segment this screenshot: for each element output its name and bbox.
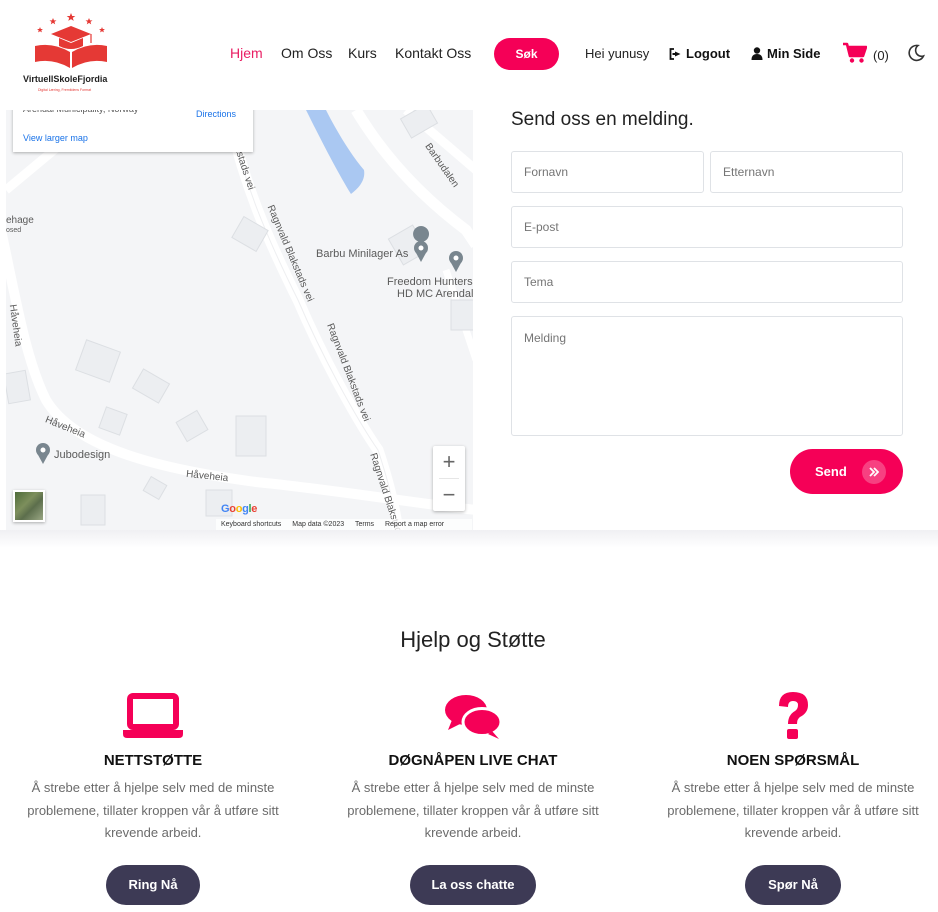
subject-field[interactable]	[511, 261, 903, 303]
map-data-text: Map data ©2023	[292, 521, 345, 528]
call-now-button[interactable]: Ring Nå	[106, 864, 200, 905]
last-name-field[interactable]	[710, 151, 903, 193]
email-field[interactable]	[511, 206, 903, 248]
google-logo: Google	[221, 503, 258, 515]
dark-mode-toggle-moon-icon[interactable]	[907, 44, 925, 62]
nav-contact[interactable]: Kontakt Oss	[395, 45, 471, 61]
ask-now-button[interactable]: Spør Nå	[745, 864, 841, 905]
directions-link[interactable]: Directions	[196, 109, 236, 119]
help-text: Å strebe etter å hjelpe selv med de mins…	[667, 780, 919, 840]
logout-link[interactable]: Logout	[669, 46, 730, 61]
help-text: Å strebe etter å hjelpe selv med de mins…	[27, 780, 279, 840]
message-field[interactable]	[511, 316, 903, 436]
graduation-book-logo-icon	[35, 13, 107, 68]
send-button[interactable]: Send	[790, 449, 903, 494]
map-zoom-controls: + −	[433, 446, 465, 511]
laptop-icon	[123, 693, 183, 738]
map-label-osed: osed	[6, 227, 22, 234]
logout-label: Logout	[686, 46, 731, 61]
send-label: Send	[815, 464, 847, 479]
view-larger-map-link[interactable]: View larger map	[23, 133, 88, 143]
map-label-freedom-2: HD MC Arendal	[397, 288, 473, 300]
form-title: Send oss en melding.	[511, 109, 694, 130]
site-logo[interactable]: VirtuellSkoleFjordia Digital Læring, Fre…	[5, 0, 140, 110]
nav-home[interactable]: Hjem	[230, 45, 263, 61]
first-name-field[interactable]	[511, 151, 704, 193]
help-card-live-chat: DØGNÅPEN LIVE CHAT Å strebe etter å hjel…	[323, 680, 623, 905]
user-icon	[751, 47, 763, 60]
logo-tagline: Digital Læring, Fremtidens Format	[38, 88, 92, 92]
help-heading: DØGNÅPEN LIVE CHAT	[388, 752, 558, 769]
section-divider	[0, 530, 938, 548]
help-heading: NOEN SPØRSMÅL	[726, 752, 860, 769]
map-label-jubodesign: Jubodesign	[54, 449, 111, 461]
profile-link[interactable]: Min Side	[751, 46, 820, 61]
help-card-questions: NOEN SPØRSMÅL Å strebe etter å hjelpe se…	[643, 680, 938, 905]
satellite-toggle[interactable]	[13, 490, 45, 522]
logo-name: VirtuellSkoleFjordia	[23, 74, 108, 84]
logout-icon	[669, 47, 681, 60]
search-button[interactable]: Søk	[494, 38, 559, 70]
user-greeting: Hei yunusy	[585, 46, 650, 61]
map-label-barbu: Barbu Minilager As	[316, 248, 409, 260]
zoom-in-button[interactable]: +	[433, 446, 465, 478]
nav-about[interactable]: Om Oss	[281, 45, 332, 61]
terms-link[interactable]: Terms	[355, 521, 374, 528]
shopping-cart-icon	[843, 42, 867, 63]
zoom-out-button[interactable]: −	[433, 479, 465, 511]
chat-bubbles-icon	[445, 695, 502, 739]
chat-now-button[interactable]: La oss chatte	[410, 864, 536, 905]
help-section-title: Hjelp og Støtte	[400, 627, 546, 652]
double-chevron-right-icon	[861, 459, 886, 484]
cart-link[interactable]: (0)	[843, 42, 889, 64]
help-text: Å strebe etter å hjelpe selv med de mins…	[347, 780, 599, 840]
map-attribution: Keyboard shortcuts Map data ©2023 Terms …	[216, 519, 472, 530]
help-card-web-support: NETTSTØTTE Å strebe etter å hjelpe selv …	[3, 680, 303, 905]
question-mark-icon	[779, 692, 808, 739]
report-map-error-link[interactable]: Report a map error	[385, 521, 444, 528]
keyboard-shortcuts-link[interactable]: Keyboard shortcuts	[221, 521, 281, 528]
site-header: VirtuellSkoleFjordia Digital Læring, Fre…	[0, 0, 938, 110]
cart-count: (0)	[873, 47, 889, 63]
map-label-ehage: ehage	[6, 215, 34, 226]
nav-courses[interactable]: Kurs	[348, 45, 377, 61]
profile-label: Min Side	[767, 46, 821, 61]
help-heading: NETTSTØTTE	[103, 752, 203, 769]
map-label-freedom-1: Freedom Hunters	[387, 276, 473, 288]
